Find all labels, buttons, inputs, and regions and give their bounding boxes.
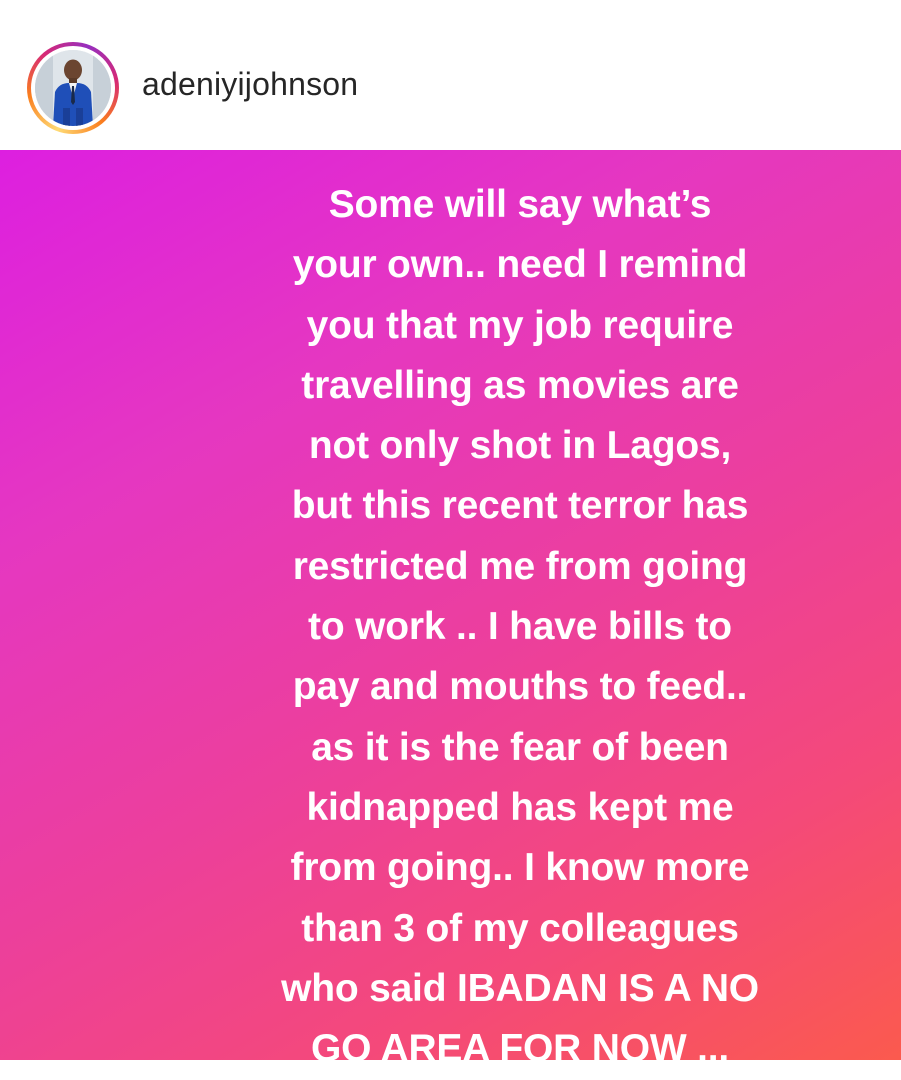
story-text-line: not only shot in Lagos, [308,424,732,468]
story-text-line: travelling as movies are [301,363,739,407]
post-bottom-space [0,1060,901,1080]
instagram-post: adeniyijohnson Some will say what’s your… [0,0,901,1080]
story-text-line: than 3 of my colleagues [301,906,739,950]
username[interactable]: adeniyijohnson [142,66,358,103]
story-text-line: from going.. I know more [290,846,750,890]
post-header: adeniyijohnson [0,0,901,150]
story-text-line: who said IBADAN IS A NO [281,966,759,1010]
story-ring[interactable] [27,42,119,134]
story-text-line: your own.. need I remind [292,243,748,287]
story-text-line: GO AREA FOR NOW ... [311,1027,729,1060]
profile-photo-icon [35,50,111,126]
avatar-ring-gap [31,46,115,130]
story-text-line: restricted me from going [292,544,748,588]
story-text-line: to work .. I have bills to [308,605,732,649]
story-text-line: as it is the fear of been [311,725,729,769]
story-text-line: kidnapped has kept me [306,785,734,829]
story-text-line: Some will say what’s [328,183,712,226]
story-text-card: Some will say what’s your own.. need I r… [0,150,901,1060]
story-text: Some will say what’s your own.. need I r… [150,175,890,1060]
story-text-line: pay and mouths to feed.. [292,665,748,709]
story-text-line: you that my job require [306,303,734,347]
story-text-line: but this recent terror has [291,484,749,528]
avatar[interactable] [35,50,111,126]
